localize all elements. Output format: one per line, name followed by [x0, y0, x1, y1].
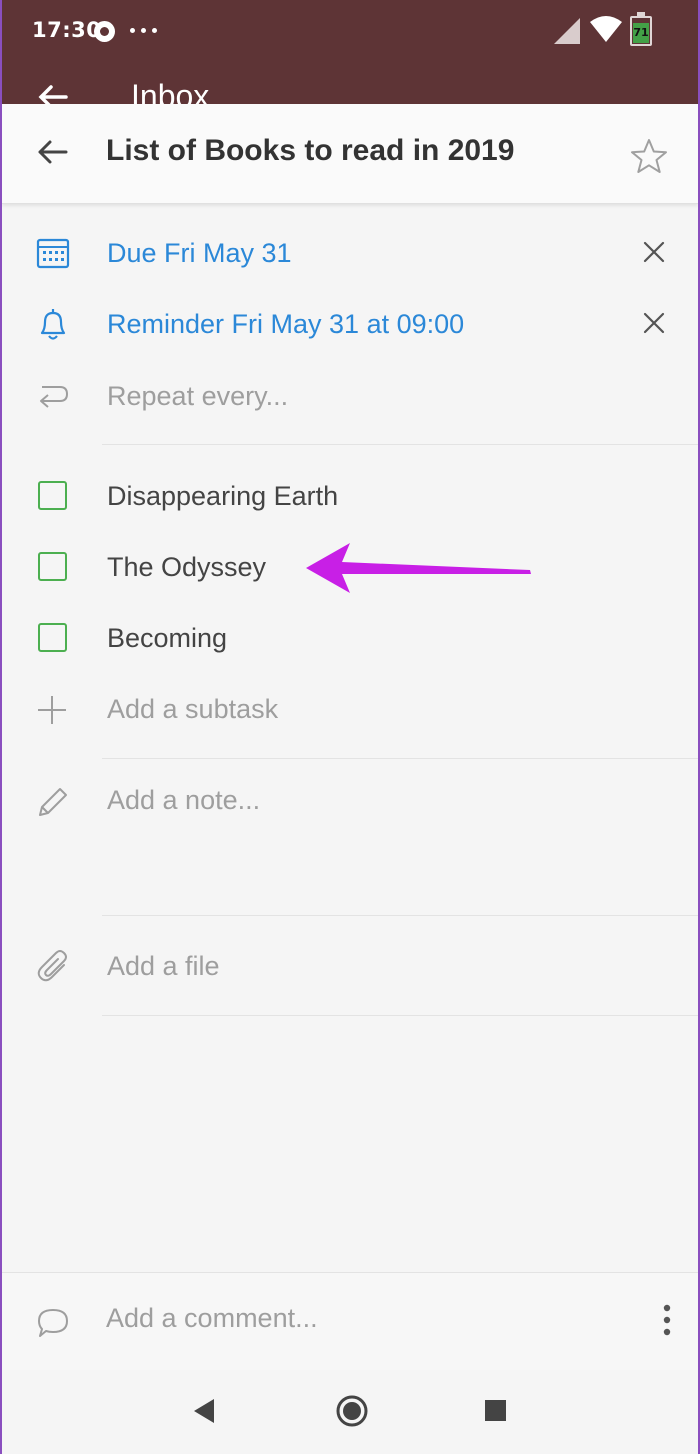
- system-nav-bar: [2, 1370, 698, 1454]
- divider: [102, 915, 698, 916]
- calendar-icon: [36, 238, 70, 269]
- add-file-row[interactable]: Add a file: [2, 947, 698, 989]
- app-frame: 17:30 71 Inbox List of Books to read in …: [0, 0, 700, 1454]
- signal-icon: [554, 18, 580, 44]
- subtask-label: Becoming: [107, 623, 228, 653]
- back-arrow-icon[interactable]: [36, 138, 68, 166]
- more-vertical-icon[interactable]: [662, 1303, 672, 1337]
- status-bar: 17:30 71 Inbox: [2, 0, 698, 104]
- comment-bar: [2, 1272, 698, 1370]
- subtask-checkbox[interactable]: [38, 552, 67, 581]
- nav-recents-icon[interactable]: [485, 1400, 506, 1421]
- nav-home-icon[interactable]: [335, 1394, 369, 1428]
- add-subtask-row[interactable]: Add a subtask: [2, 690, 698, 732]
- background-inbox-title: Inbox: [131, 78, 210, 104]
- star-icon[interactable]: [630, 138, 668, 174]
- divider: [102, 758, 698, 759]
- plus-icon: [38, 696, 66, 724]
- add-file-label: Add a file: [107, 951, 220, 981]
- background-inbox-header: Inbox: [38, 76, 638, 104]
- task-title[interactable]: List of Books to read in 2019: [106, 134, 514, 168]
- reminder-row[interactable]: Reminder Fri May 31 at 09:00: [2, 305, 698, 347]
- speech-bubble-icon: [38, 1309, 68, 1337]
- wifi-icon: [590, 16, 622, 42]
- clear-due-close-icon[interactable]: [642, 240, 666, 264]
- subtask-item[interactable]: Becoming: [2, 619, 698, 661]
- reminder-label: Reminder Fri May 31 at 09:00: [107, 309, 465, 339]
- paperclip-icon: [37, 950, 67, 982]
- note-row[interactable]: Add a note...: [2, 781, 698, 911]
- pencil-icon: [39, 788, 67, 816]
- annotation-arrow-icon: [306, 543, 531, 593]
- repeat-icon: [40, 386, 69, 408]
- due-date-label: Due Fri May 31: [107, 238, 292, 268]
- repeat-row[interactable]: Repeat every...: [2, 377, 698, 419]
- nav-back-icon[interactable]: [192, 1398, 216, 1424]
- subtask-checkbox[interactable]: [38, 481, 67, 510]
- divider: [102, 1015, 698, 1016]
- repeat-label: Repeat every...: [107, 381, 289, 411]
- battery-icon: 71: [630, 12, 652, 46]
- subtask-label: Disappearing Earth: [107, 481, 339, 511]
- battery-level: 71: [633, 23, 649, 43]
- comment-input[interactable]: [106, 1303, 626, 1334]
- more-notifications-icon: [130, 28, 157, 33]
- subtask-item[interactable]: Disappearing Earth: [2, 477, 698, 519]
- due-date-row[interactable]: Due Fri May 31: [2, 234, 698, 276]
- subtask-checkbox[interactable]: [38, 623, 67, 652]
- add-subtask-label: Add a subtask: [107, 694, 279, 724]
- subtask-label: The Odyssey: [107, 552, 267, 582]
- divider: [102, 444, 698, 445]
- bell-icon: [40, 309, 66, 340]
- background-back-arrow-icon: [38, 85, 68, 104]
- status-time: 17:30: [32, 18, 102, 42]
- notification-circle-icon: [94, 21, 115, 42]
- clear-reminder-close-icon[interactable]: [642, 311, 666, 335]
- task-header: List of Books to read in 2019: [2, 104, 698, 204]
- note-placeholder: Add a note...: [107, 785, 261, 815]
